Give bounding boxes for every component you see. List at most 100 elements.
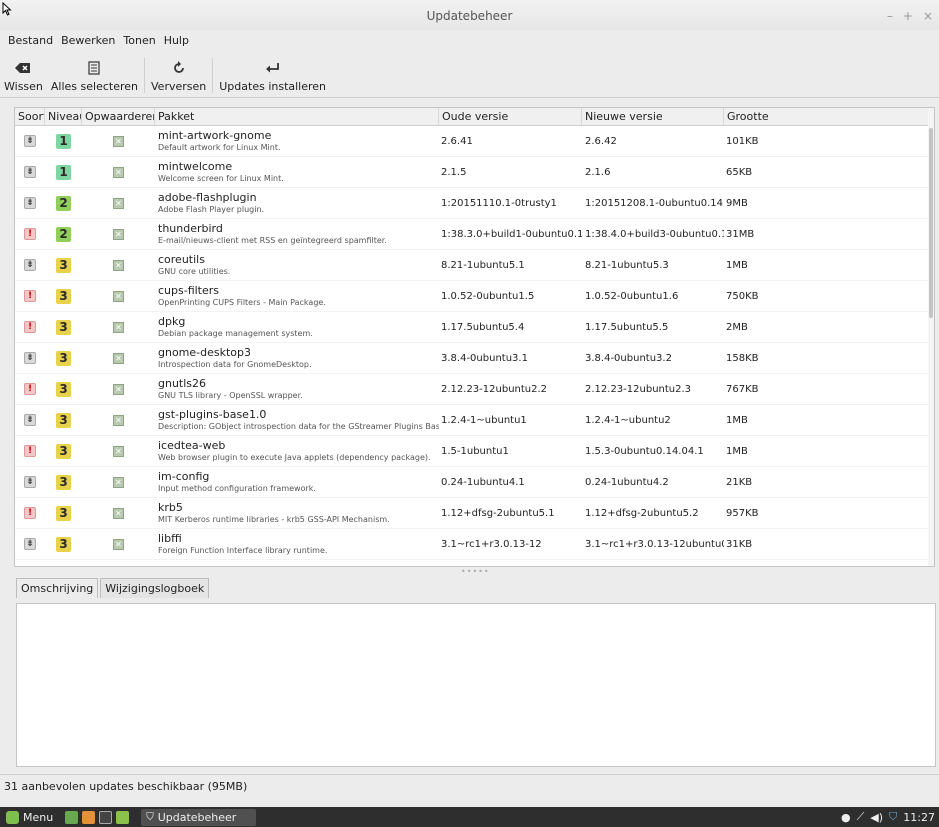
new-version: 0.24-1ubuntu4.2 — [585, 476, 669, 488]
level-badge: 3 — [56, 443, 71, 459]
package-description: E-mail/nieuws-client met RSS en geïntegr… — [158, 235, 387, 245]
level-badge: 2 — [56, 195, 71, 211]
column-header-level[interactable]: Niveau — [45, 108, 82, 125]
column-header-type[interactable]: Soort — [15, 108, 45, 125]
show-desktop-icon[interactable] — [65, 810, 79, 824]
upgrade-checkbox[interactable]: ✕ — [113, 352, 124, 364]
package-name: gnutls26 — [158, 377, 207, 390]
menu-help[interactable]: Hulp — [160, 31, 193, 51]
maximize-icon[interactable]: + — [903, 9, 913, 23]
table-body: ⇟ 1 ✕ mint-artwork-gnome Default artwork for… — [15, 126, 934, 560]
package-update-icon: ⇟ — [24, 352, 36, 364]
package-size: 1MB — [726, 414, 748, 426]
table-row[interactable]: ⇟ 1 ✕ mintwelcome Welcome screen for Linux M… — [15, 157, 934, 188]
table-row[interactable]: ⇟ 1 ✕ mint-artwork-gnome Default artwork for… — [15, 126, 934, 157]
level-badge: 3 — [56, 319, 71, 335]
folder-icon[interactable] — [116, 810, 130, 824]
table-row[interactable]: ⇟ 3 ✕ libffi Foreign Function Interface libr… — [15, 529, 934, 560]
close-icon[interactable]: × — [923, 9, 933, 23]
clear-button[interactable]: Wissen — [0, 54, 47, 97]
table-row[interactable]: ⇟ 3 ✕ gst-plugins-base1.0 Description: GObje… — [15, 405, 934, 436]
upgrade-checkbox[interactable]: ✕ — [113, 135, 124, 147]
install-updates-button[interactable]: Updates installeren — [215, 54, 330, 97]
security-update-icon: ! — [24, 228, 36, 240]
package-size: 9MB — [726, 197, 748, 209]
package-description: Default artwork for Linux Mint. — [158, 142, 281, 152]
upgrade-checkbox[interactable]: ✕ — [113, 166, 124, 178]
refresh-icon — [172, 58, 186, 78]
table-row[interactable]: ⇟ 2 ✕ adobe-flashplugin Adobe Flash Player p… — [15, 188, 934, 219]
upgrade-checkbox[interactable]: ✕ — [113, 445, 124, 457]
minimize-icon[interactable]: – — [887, 9, 893, 23]
column-header-old-version[interactable]: Oude versie — [439, 108, 582, 125]
table-header: Soort Niveau Opwaarderen Pakket Oude ver… — [15, 108, 934, 126]
table-row[interactable]: ! 3 ✕ gnutls26 GNU TLS library - OpenSSL wra… — [15, 374, 934, 405]
terminal-icon[interactable] — [99, 810, 113, 824]
package-update-icon: ⇟ — [24, 259, 36, 271]
upgrade-checkbox[interactable]: ✕ — [113, 197, 124, 209]
network-icon[interactable]: ⟋ — [857, 810, 865, 824]
tab-description[interactable]: Omschrijving — [16, 578, 99, 598]
new-version: 1.17.5ubuntu5.5 — [585, 321, 669, 333]
new-version: 2.12.23-12ubuntu2.3 — [585, 383, 692, 395]
tab-changelog[interactable]: Wijzigingslogboek — [100, 578, 210, 598]
taskbar-window-updatebeheer[interactable]: ⛉ Updatebeheer — [141, 808, 257, 826]
upgrade-checkbox[interactable]: ✕ — [113, 228, 124, 240]
column-header-size[interactable]: Grootte — [724, 108, 934, 125]
update-shield-icon[interactable]: ⛉ — [889, 810, 897, 824]
package-update-icon: ⇟ — [24, 197, 36, 209]
upgrade-checkbox[interactable]: ✕ — [113, 476, 124, 488]
select-all-button[interactable]: Alles selecteren — [47, 54, 142, 97]
new-version: 2.6.42 — [585, 135, 617, 147]
table-row[interactable]: ⇟ 3 ✕ gnome-desktop3 Introspection data for … — [15, 343, 934, 374]
old-version: 2.6.41 — [441, 135, 473, 147]
upgrade-checkbox[interactable]: ✕ — [113, 538, 124, 550]
table-row[interactable]: ⇟ 3 ✕ im-config Input method configuration f… — [15, 467, 934, 498]
table-row[interactable]: ! 2 ✕ thunderbird E-mail/nieuws-client met R… — [15, 219, 934, 250]
old-version: 3.8.4-0ubuntu3.1 — [441, 352, 528, 364]
level-badge: 3 — [56, 381, 71, 397]
table-row[interactable]: ⇟ 3 ✕ coreutils GNU core utilities. 8.21-1ubu… — [15, 250, 934, 281]
user-icon[interactable]: ● — [841, 811, 851, 824]
package-name: thunderbird — [158, 222, 223, 235]
update-manager-window: Updatebeheer – + × Bestand Bewerken Tone… — [0, 0, 939, 807]
package-description: Introspection data for GnomeDesktop. — [158, 359, 312, 369]
package-description: Welcome screen for Linux Mint. — [158, 173, 284, 183]
table-row[interactable]: ! 3 ✕ krb5 MIT Kerberos runtime libraries - … — [15, 498, 934, 529]
install-label: Updates installeren — [219, 80, 327, 93]
upgrade-checkbox[interactable]: ✕ — [113, 414, 124, 426]
start-menu-button[interactable]: Menu — [0, 810, 59, 824]
upgrade-checkbox[interactable]: ✕ — [113, 259, 124, 271]
volume-icon[interactable]: ◀) — [870, 811, 883, 824]
security-update-icon: ! — [24, 321, 36, 333]
upgrade-checkbox[interactable]: ✕ — [113, 507, 124, 519]
old-version: 1:20151110.1-0trusty1 — [441, 197, 557, 209]
upgrade-checkbox[interactable]: ✕ — [113, 321, 124, 333]
column-header-new-version[interactable]: Nieuwe versie — [582, 108, 724, 125]
menu-edit[interactable]: Bewerken — [57, 31, 119, 51]
table-scrollbar[interactable] — [928, 108, 934, 566]
start-menu-label: Menu — [23, 810, 54, 824]
upgrade-checkbox[interactable]: ✕ — [113, 290, 124, 302]
title-bar[interactable]: Updatebeheer – + × — [0, 0, 939, 30]
new-version: 3.8.4-0ubuntu3.2 — [585, 352, 672, 364]
menu-file[interactable]: Bestand — [4, 31, 57, 51]
column-header-package[interactable]: Pakket — [155, 108, 439, 125]
table-row[interactable]: ! 3 ✕ icedtea-web Web browser plugin to exec… — [15, 436, 934, 467]
table-row[interactable]: ! 3 ✕ dpkg Debian package management system.… — [15, 312, 934, 343]
package-name: gnome-desktop3 — [158, 346, 252, 359]
clock[interactable]: 11:27 — [903, 811, 935, 824]
package-description: Web browser plugin to execute Java apple… — [158, 452, 431, 462]
upgrade-checkbox[interactable]: ✕ — [113, 383, 124, 395]
table-row[interactable]: ! 3 ✕ cups-filters OpenPrinting CUPS Filters… — [15, 281, 934, 312]
refresh-button[interactable]: Verversen — [147, 54, 210, 97]
pane-resize-grip[interactable]: ••••• — [461, 567, 490, 576]
package-name: adobe-flashplugin — [158, 191, 257, 204]
security-update-icon: ! — [24, 290, 36, 302]
clear-icon — [15, 58, 31, 78]
scrollbar-thumb[interactable] — [929, 128, 933, 318]
menu-view[interactable]: Tonen — [119, 31, 159, 51]
package-name: gst-plugins-base1.0 — [158, 408, 267, 421]
firefox-icon[interactable] — [82, 810, 96, 824]
column-header-upgrade[interactable]: Opwaarderen — [82, 108, 155, 125]
